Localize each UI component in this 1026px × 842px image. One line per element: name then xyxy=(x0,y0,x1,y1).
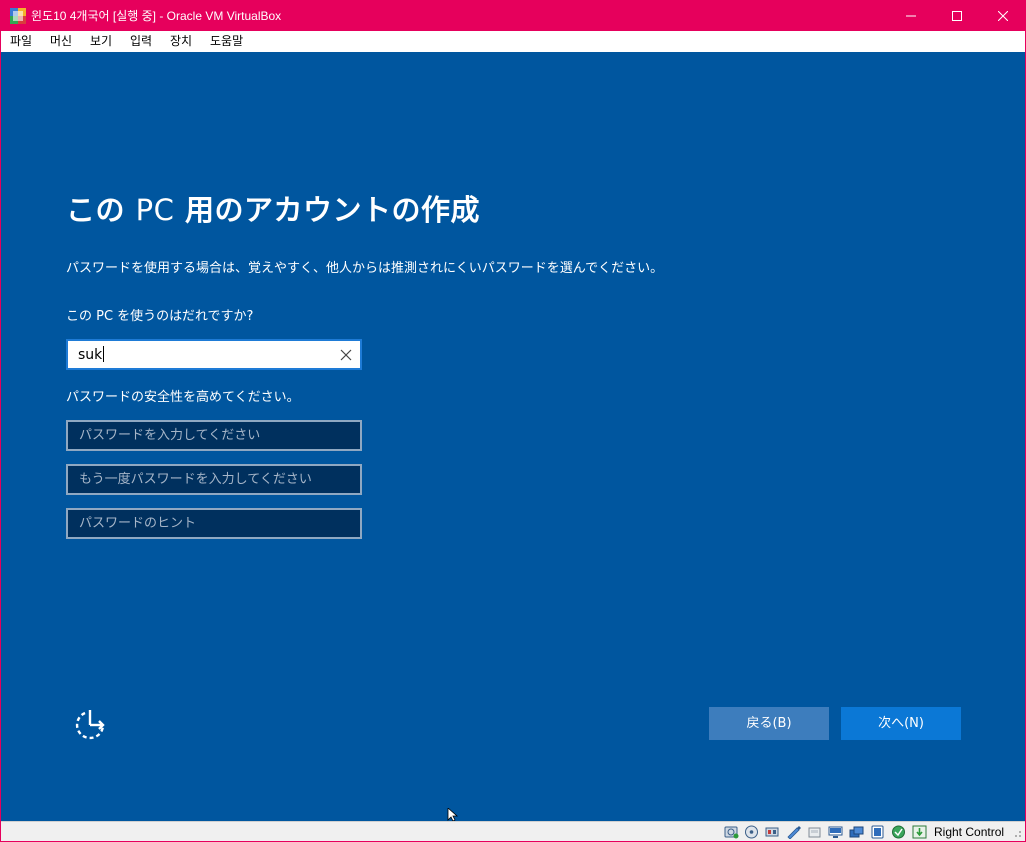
minimize-icon xyxy=(906,15,916,17)
audio-icon[interactable] xyxy=(765,825,780,839)
menu-devices[interactable]: 장치 xyxy=(170,34,192,49)
close-button[interactable] xyxy=(980,1,1026,31)
window-title: 윈도10 4개국어 [실행 중] - Oracle VM VirtualBox xyxy=(31,9,282,23)
video-capture-icon[interactable] xyxy=(870,825,885,839)
mouse-pointer-icon xyxy=(447,808,459,821)
confirm-password-input[interactable]: もう一度パスワードを入力してください xyxy=(66,464,362,495)
username-question: この PC を使うのはだれですか? xyxy=(66,309,254,324)
status-bar: Right Control xyxy=(1,821,1025,841)
username-input[interactable]: suk xyxy=(66,339,362,370)
usb-icon[interactable] xyxy=(807,825,822,839)
menu-input[interactable]: 입력 xyxy=(130,34,152,49)
shared-folders-icon[interactable] xyxy=(828,825,843,839)
page-title-pc: PC xyxy=(135,193,175,227)
menu-help[interactable]: 도움말 xyxy=(210,34,243,49)
ease-of-access-icon[interactable] xyxy=(71,706,109,744)
recording-icon[interactable] xyxy=(891,825,906,839)
back-button[interactable]: 戻る(B) xyxy=(709,707,829,740)
page-description: パスワードを使用する場合は、覚えやすく、他人からは推測されにくいパスワードを選ん… xyxy=(66,261,664,276)
menu-view[interactable]: 보기 xyxy=(90,34,112,49)
resize-grip-icon[interactable] xyxy=(1012,828,1022,838)
clear-icon[interactable] xyxy=(338,347,354,363)
virtualbox-window: 윈도10 4개국어 [실행 중] - Oracle VM VirtualBox … xyxy=(0,0,1026,842)
password-input[interactable]: パスワードを入力してください xyxy=(66,420,362,451)
maximize-icon xyxy=(952,11,962,21)
virtualbox-app-icon xyxy=(10,8,26,24)
display-icon[interactable] xyxy=(849,825,864,839)
confirm-password-placeholder: もう一度パスワードを入力してください xyxy=(79,472,312,487)
maximize-button[interactable] xyxy=(934,1,980,31)
password-hint-input[interactable]: パスワードのヒント xyxy=(66,508,362,539)
page-title: この PC 用のアカウントの作成 xyxy=(66,190,480,230)
mouse-integration-icon[interactable] xyxy=(912,825,927,839)
username-text: suk xyxy=(78,347,103,363)
minimize-button[interactable] xyxy=(888,1,934,31)
menu-file[interactable]: 파일 xyxy=(10,34,32,49)
menu-machine[interactable]: 머신 xyxy=(50,34,72,49)
menu-bar: 파일 머신 보기 입력 장치 도움말 xyxy=(1,31,1025,52)
title-bar[interactable]: 윈도10 4개국어 [실행 중] - Oracle VM VirtualBox xyxy=(1,1,1025,31)
page-title-post: 用のアカウントの作成 xyxy=(174,193,480,227)
text-caret xyxy=(103,346,105,362)
page-title-pre: この xyxy=(66,193,136,227)
hard-disk-icon[interactable] xyxy=(724,825,739,839)
optical-drive-icon[interactable] xyxy=(744,825,759,839)
next-button[interactable]: 次へ(N) xyxy=(841,707,961,740)
close-icon xyxy=(998,11,1008,21)
password-section-label: パスワードの安全性を高めてください。 xyxy=(66,390,300,405)
guest-screen[interactable]: この PC 用のアカウントの作成 パスワードを使用する場合は、覚えやすく、他人か… xyxy=(1,52,1025,821)
password-hint-placeholder: パスワードのヒント xyxy=(79,516,197,531)
password-placeholder: パスワードを入力してください xyxy=(79,428,261,443)
host-key-label[interactable]: Right Control xyxy=(934,824,1004,840)
network-icon[interactable] xyxy=(786,825,801,839)
username-value: suk xyxy=(78,346,105,364)
